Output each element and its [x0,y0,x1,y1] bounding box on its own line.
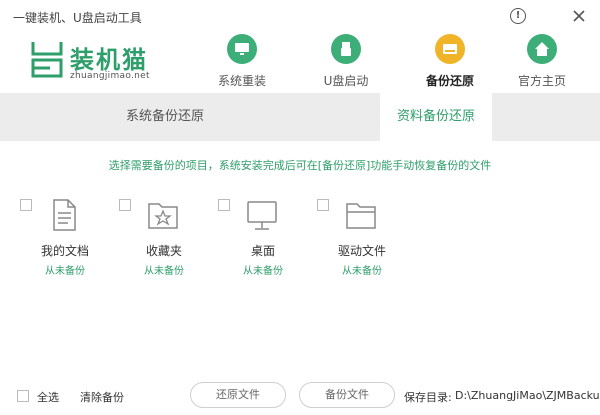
home-icon [535,42,549,56]
help-icon: ! [515,10,521,21]
item-checkbox[interactable] [317,199,329,211]
nav-circle [435,34,465,64]
item-status: 从未备份 [243,266,283,277]
help-button[interactable]: ! [510,8,526,24]
nav-backup-restore[interactable]: 备份还原 [408,32,492,92]
monitor-icon [235,43,249,55]
clear-backup-link[interactable]: 清除备份 [80,389,124,405]
document-icon [53,199,76,231]
tab-system-backup[interactable]: 系统备份还原 [70,93,260,141]
nav-official-home[interactable]: 官方主页 [500,32,584,92]
backup-disk-icon [443,44,457,54]
item-name: 驱动文件 [337,244,386,258]
nav-system-reinstall[interactable]: 系统重装 [200,32,284,92]
item-name: 桌面 [250,244,275,258]
backup-item-favorites: 收藏夹 从未备份 [119,196,209,277]
save-dir-path[interactable]: D:\ZhuangJiMao\ZJMBackup [455,389,600,402]
select-all-label[interactable]: 全选 [37,389,59,405]
nav-circle [227,34,257,64]
item-checkbox[interactable] [20,199,32,211]
footer-bar: 全选 清除备份 还原文件 备份文件 保存目录: D:\ZhuangJiMao\Z… [0,374,600,415]
item-status: 从未备份 [144,266,184,277]
item-status: 从未备份 [342,266,382,277]
save-dir-label: 保存目录: [404,391,452,404]
nav-label: 系统重装 [217,74,266,88]
nav-circle [331,34,361,64]
desktop-monitor-icon [247,201,277,230]
item-status: 从未备份 [45,266,85,277]
driver-folder-icon [346,203,376,229]
backup-item-desktop: 桌面 从未备份 [218,196,308,277]
tab-data-backup[interactable]: 资料备份还原 [380,93,492,141]
close-button[interactable] [569,6,589,26]
item-name: 收藏夹 [145,244,182,258]
backup-files-button[interactable]: 备份文件 [299,382,395,408]
nav-usb-boot[interactable]: U盘启动 [304,32,388,92]
backup-item-my-documents: 我的文档 从未备份 [20,196,110,277]
title-bar: 一键装机、U盘启动工具 ! [0,0,600,32]
favorites-folder-icon [148,203,178,229]
sub-tabs: 系统备份还原 资料备份还原 [0,93,600,141]
restore-files-button[interactable]: 还原文件 [190,382,286,408]
select-all-checkbox[interactable] [17,390,29,402]
item-checkbox[interactable] [218,199,230,211]
nav-label: 备份还原 [425,74,474,88]
nav-label: U盘启动 [323,74,369,88]
nav-label: 官方主页 [517,74,566,88]
item-checkbox[interactable] [119,199,131,211]
usb-icon [341,42,351,56]
backup-item-drivers: 驱动文件 从未备份 [317,196,407,277]
nav-circle [527,34,557,64]
close-icon [573,10,585,22]
item-name: 我的文档 [40,244,89,258]
window-title: 一键装机、U盘启动工具 [13,11,142,25]
top-nav: 系统重装 U盘启动 备份还原 官方主页 [0,32,600,92]
backup-hint: 选择需要备份的项目，系统安装完成后可在[备份还原]功能手动恢复备份的文件 [108,159,492,172]
